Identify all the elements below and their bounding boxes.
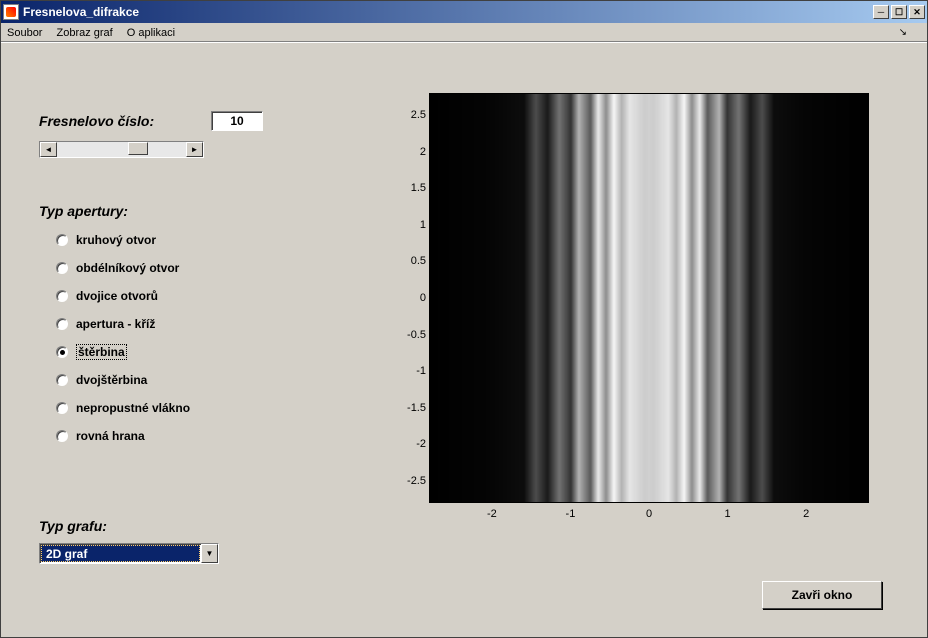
window-title: Fresnelova_difrakce xyxy=(23,5,873,19)
y-tick-label: -2.5 xyxy=(396,475,426,487)
slider-right-arrow-icon[interactable]: ► xyxy=(186,142,203,157)
aperture-type-label: Typ apertury: xyxy=(39,203,128,219)
app-icon xyxy=(3,4,19,20)
graph-type-label: Typ grafu: xyxy=(39,518,107,534)
radio-icon[interactable] xyxy=(56,318,68,330)
aperture-radio-2[interactable]: dvojice otvorů xyxy=(56,289,276,303)
menubar: Soubor Zobraz graf O aplikaci ↘ xyxy=(1,23,927,43)
diffraction-heatmap xyxy=(430,94,868,502)
y-tick-label: 2.5 xyxy=(396,109,426,121)
menu-o-aplikaci[interactable]: O aplikaci xyxy=(127,27,175,39)
titlebar[interactable]: Fresnelova_difrakce ─ ☐ ✕ xyxy=(1,1,927,23)
graph-type-selected: 2D graf xyxy=(41,545,200,562)
radio-icon[interactable] xyxy=(56,346,68,358)
maximize-button[interactable]: ☐ xyxy=(891,5,907,19)
aperture-radio-group: kruhový otvor obdélníkový otvor dvojice ot… xyxy=(56,233,276,457)
x-tick-label: 1 xyxy=(725,508,731,520)
close-window-action-button[interactable]: Zavři okno xyxy=(762,581,882,609)
radio-label: apertura - kříž xyxy=(76,317,155,331)
radio-icon[interactable] xyxy=(56,290,68,302)
aperture-radio-3[interactable]: apertura - kříž xyxy=(56,317,276,331)
y-tick-label: 2 xyxy=(396,146,426,158)
aperture-radio-4[interactable]: štěrbina xyxy=(56,345,276,359)
slider-track[interactable] xyxy=(57,142,186,157)
radio-label: kruhový otvor xyxy=(76,233,156,247)
plot-axes xyxy=(429,93,869,503)
client-area: Fresnelovo číslo: 10 ◄ ► Typ apertury: k… xyxy=(1,43,927,637)
y-tick-label: 0.5 xyxy=(396,255,426,267)
y-tick-label: -1 xyxy=(396,365,426,377)
x-tick-label: -2 xyxy=(487,508,497,520)
minimize-button[interactable]: ─ xyxy=(873,5,889,19)
aperture-radio-1[interactable]: obdélníkový otvor xyxy=(56,261,276,275)
fresnel-number-value[interactable]: 10 xyxy=(211,111,263,131)
radio-icon[interactable] xyxy=(56,262,68,274)
y-tick-label: 0 xyxy=(396,292,426,304)
aperture-radio-7[interactable]: rovná hrana xyxy=(56,429,276,443)
y-tick-label: -1.5 xyxy=(396,402,426,414)
radio-label: dvojštěrbina xyxy=(76,373,147,387)
radio-label: rovná hrana xyxy=(76,429,145,443)
radio-label: štěrbina xyxy=(76,345,127,359)
plot-area: -2.5 -2 -1.5 -1 -0.5 0 0.5 1 1.5 2 2.5 -2 -1 0 1 2 xyxy=(381,93,891,553)
radio-label: nepropustné vlákno xyxy=(76,401,190,415)
radio-icon[interactable] xyxy=(56,374,68,386)
menu-zobraz-graf[interactable]: Zobraz graf xyxy=(56,27,112,39)
aperture-radio-5[interactable]: dvojštěrbina xyxy=(56,373,276,387)
x-tick-label: 2 xyxy=(803,508,809,520)
fresnel-number-label: Fresnelovo číslo: xyxy=(39,113,154,129)
y-tick-label: 1 xyxy=(396,219,426,231)
graph-type-dropdown[interactable]: 2D graf ▼ xyxy=(39,543,219,564)
aperture-radio-6[interactable]: nepropustné vlákno xyxy=(56,401,276,415)
x-tick-label: 0 xyxy=(646,508,652,520)
aperture-radio-0[interactable]: kruhový otvor xyxy=(56,233,276,247)
fresnel-slider[interactable]: ◄ ► xyxy=(39,141,204,158)
slider-thumb[interactable] xyxy=(128,142,148,155)
radio-icon[interactable] xyxy=(56,234,68,246)
radio-icon[interactable] xyxy=(56,402,68,414)
menu-soubor[interactable]: Soubor xyxy=(7,27,42,39)
radio-label: dvojice otvorů xyxy=(76,289,158,303)
x-tick-label: -1 xyxy=(566,508,576,520)
app-window: Fresnelova_difrakce ─ ☐ ✕ Soubor Zobraz … xyxy=(0,0,928,638)
menubar-chevron-icon[interactable]: ↘ xyxy=(899,27,907,38)
y-tick-label: -0.5 xyxy=(396,329,426,341)
y-tick-label: -2 xyxy=(396,438,426,450)
radio-label: obdélníkový otvor xyxy=(76,261,179,275)
dropdown-arrow-icon[interactable]: ▼ xyxy=(201,544,218,563)
close-window-button[interactable]: ✕ xyxy=(909,5,925,19)
radio-icon[interactable] xyxy=(56,430,68,442)
slider-left-arrow-icon[interactable]: ◄ xyxy=(40,142,57,157)
y-tick-label: 1.5 xyxy=(396,182,426,194)
